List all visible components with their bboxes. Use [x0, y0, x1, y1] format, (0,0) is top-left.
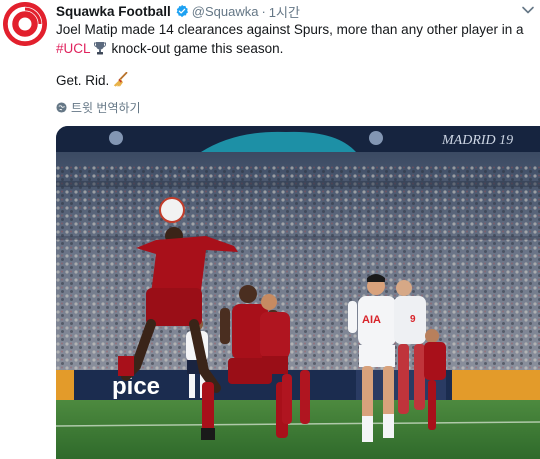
translate-tweet-link[interactable]: 트윗 번역하기: [56, 99, 141, 115]
tweet-header: Squawka Football @Squawka · 1시간: [56, 2, 300, 20]
trophy-emoji-icon: [93, 41, 106, 55]
avatar[interactable]: [3, 2, 47, 46]
translate-label: 트윗 번역하기: [71, 100, 141, 115]
tweet-text-line2: Get. Rid.: [56, 71, 532, 90]
tweet-photo[interactable]: MADRID 19 pice AIA 9: [56, 126, 540, 459]
tweet: Squawka Football @Squawka · 1시간 Joel Mat…: [0, 0, 540, 459]
tweet-text-getrid: Get. Rid.: [56, 73, 110, 88]
separator-dot: ·: [261, 3, 266, 19]
broom-emoji-icon: [112, 72, 128, 87]
globe-icon: [56, 101, 67, 113]
tweet-text-part1: Joel Matip made 14 clearances against Sp…: [56, 22, 524, 37]
sponsor-text: AIA: [362, 314, 381, 326]
tweet-text-part2: knock-out game this season.: [111, 41, 284, 56]
match-photo: MADRID 19 pice AIA 9: [56, 126, 540, 459]
stadium-sign-text: MADRID 19: [441, 133, 513, 148]
advert-board-text: pice: [112, 373, 160, 400]
tweet-text: Joel Matip made 14 clearances against Sp…: [56, 20, 532, 90]
handle[interactable]: @Squawka: [192, 4, 259, 19]
football-ball: [159, 197, 185, 223]
display-name[interactable]: Squawka Football: [56, 4, 171, 19]
tweet-text-line1: Joel Matip made 14 clearances against Sp…: [56, 20, 532, 58]
chevron-down-icon[interactable]: [521, 4, 535, 16]
timestamp[interactable]: 1시간: [269, 2, 300, 21]
verified-badge-icon: [175, 4, 189, 18]
player-number-text: 9: [410, 314, 416, 325]
hashtag-link[interactable]: #UCL: [56, 41, 91, 56]
squawka-logo-icon: [3, 2, 47, 46]
